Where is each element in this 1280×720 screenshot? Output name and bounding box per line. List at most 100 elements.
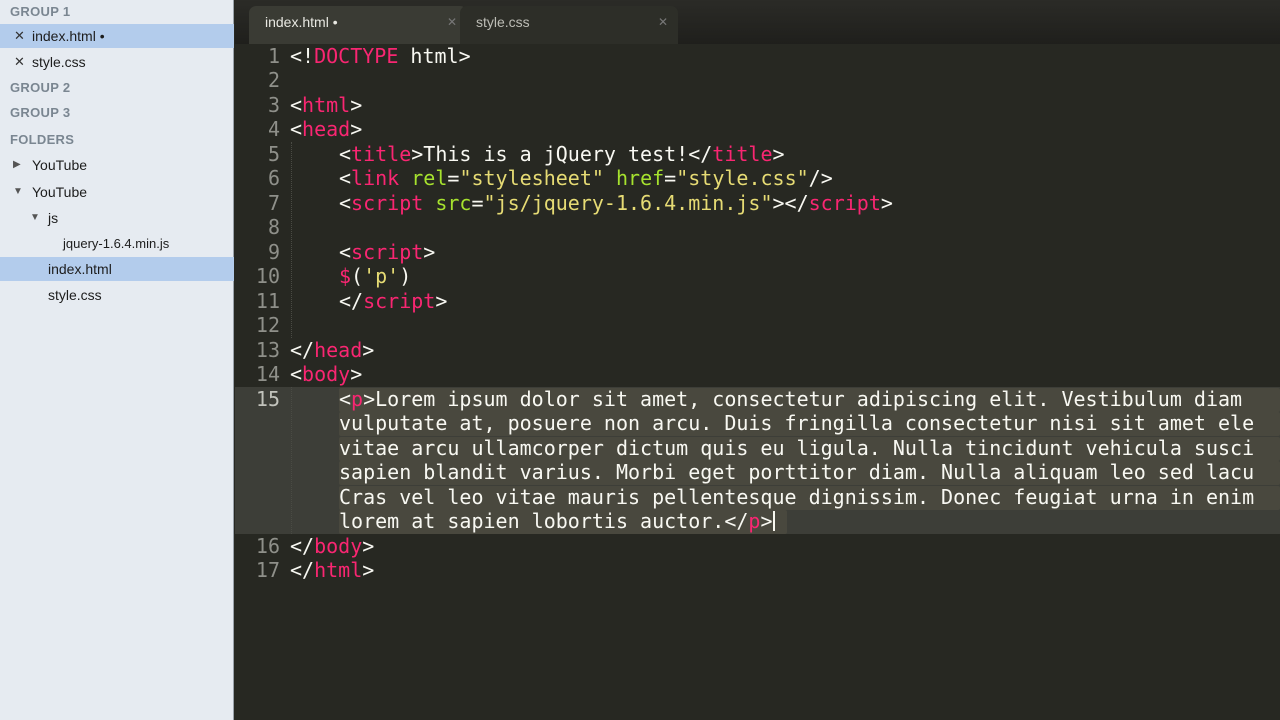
token-punct: < <box>339 191 352 215</box>
token-tag: body <box>314 534 363 558</box>
token-punct: </ <box>290 558 315 582</box>
code-line-15-wrap-6: lorem at sapien lobortis auctor.</p> <box>339 509 775 533</box>
code-line-7: <script src="js/jquery-1.6.4.min.js"></s… <box>339 191 893 215</box>
line-number: 5 <box>267 142 280 166</box>
token-punct: </ <box>339 289 364 313</box>
token-punct: /> <box>808 166 833 190</box>
open-file-label: index.html • <box>32 28 105 44</box>
folder-label: js <box>48 210 59 226</box>
code-line-5: <title>This is a jQuery test!</title> <box>339 142 785 166</box>
token-punct: < <box>290 93 303 117</box>
token-punct: > <box>435 289 448 313</box>
token-punct: = <box>447 166 460 190</box>
code-line-1: <!DOCTYPE html> <box>290 44 471 68</box>
code-line-6: <link rel="stylesheet" href="style.css"/… <box>339 166 833 190</box>
indent-guide <box>291 142 292 338</box>
tab-label: style.css <box>476 14 530 30</box>
code-editor[interactable]: 1 2 3 4 5 6 7 8 9 10 11 12 13 14 15 16 1… <box>235 44 1280 720</box>
close-icon[interactable]: ✕ <box>447 6 457 38</box>
token-punct: < <box>290 362 303 386</box>
token-string: "js/jquery-1.6.4.min.js" <box>483 191 773 215</box>
token-punct: > <box>350 117 363 141</box>
triangle-down-icon[interactable]: ▼ <box>13 180 23 204</box>
token-text: >This is a jQuery test!</ <box>411 142 713 166</box>
text-caret <box>772 511 775 531</box>
tab-bar: index.html • ✕ style.css ✕ <box>235 0 1280 44</box>
token-punct: > <box>362 338 375 362</box>
folder-js[interactable]: ▼ js <box>0 206 234 230</box>
line-number: 11 <box>255 289 280 313</box>
token-punct: < <box>339 142 352 166</box>
token-tag: body <box>302 362 351 386</box>
sidebar: GROUP 1 ✕ index.html • ✕ style.css GROUP… <box>0 0 234 720</box>
line-number: 7 <box>267 191 280 215</box>
group-3-heading[interactable]: GROUP 3 <box>0 101 234 125</box>
code-line-3: <html> <box>290 93 362 117</box>
triangle-down-icon[interactable]: ▼ <box>30 206 40 230</box>
close-icon[interactable]: ✕ <box>14 24 25 48</box>
token-tag: html <box>314 558 363 582</box>
token-punct: > <box>880 191 893 215</box>
file-index-html[interactable]: index.html <box>0 257 234 281</box>
code-line-16: </body> <box>290 534 374 558</box>
line-number: 17 <box>255 558 280 582</box>
token-tag: head <box>314 338 363 362</box>
file-style-css[interactable]: style.css <box>0 283 234 307</box>
token-punct: ></ <box>772 191 809 215</box>
folders-heading: FOLDERS <box>10 132 75 147</box>
token-tag: head <box>302 117 351 141</box>
token-tag: p <box>351 387 364 411</box>
line-number: 3 <box>267 93 280 117</box>
file-jquery[interactable]: jquery-1.6.4.min.js <box>0 232 234 256</box>
token-attr: href <box>615 166 665 190</box>
line-number: 14 <box>255 362 280 386</box>
code-line-14: <body> <box>290 362 362 386</box>
triangle-right-icon[interactable]: ▶ <box>13 153 21 177</box>
close-icon[interactable]: ✕ <box>14 50 25 74</box>
line-number: 8 <box>267 215 280 239</box>
token-punct: </ <box>290 534 315 558</box>
indent-guide <box>291 387 292 534</box>
line-number: 15 <box>255 387 280 411</box>
line-number: 13 <box>255 338 280 362</box>
folder-label: YouTube <box>32 157 88 173</box>
token-text: Lorem ipsum dolor sit amet, consectetur … <box>375 387 1243 411</box>
folder-youtube-collapsed[interactable]: ▶ YouTube <box>0 153 234 177</box>
token-punct: > <box>362 558 375 582</box>
line-number: 4 <box>267 117 280 141</box>
token-string: 'p' <box>363 264 400 288</box>
code-line-13: </head> <box>290 338 374 362</box>
token-punct: = <box>664 166 677 190</box>
line-number: 6 <box>267 166 280 190</box>
open-file-style-css[interactable]: ✕ style.css <box>0 50 234 74</box>
open-file-label: style.css <box>32 54 86 70</box>
token-string: "stylesheet" <box>459 166 604 190</box>
file-label: index.html <box>48 261 112 277</box>
token-punct: </ <box>290 338 315 362</box>
token-tag: title <box>351 142 412 166</box>
code-line-15-wrap-5: Cras vel leo vitae mauris pellentesque d… <box>339 485 1255 509</box>
line-number: 16 <box>255 534 280 558</box>
tab-style-css[interactable]: style.css ✕ <box>460 6 678 44</box>
code-line-15-wrap-4: sapien blandit varius. Morbi eget portti… <box>339 460 1255 484</box>
token-punct: > <box>772 142 785 166</box>
folder-youtube-expanded[interactable]: ▼ YouTube <box>0 180 234 204</box>
tab-index-html[interactable]: index.html • ✕ <box>249 6 467 44</box>
token-tag: p <box>748 509 761 533</box>
token-punct: ( <box>351 264 364 288</box>
token-punct: < <box>339 240 352 264</box>
token-punct: <! <box>290 44 315 68</box>
token-tag: script <box>363 289 436 313</box>
open-file-index-html[interactable]: ✕ index.html • <box>0 24 234 48</box>
code-line-17: </html> <box>290 558 374 582</box>
close-icon[interactable]: ✕ <box>658 6 668 38</box>
token-tag: script <box>808 191 881 215</box>
token-tag: script <box>351 191 424 215</box>
token-attr: rel <box>411 166 448 190</box>
token-text: html> <box>398 44 471 68</box>
group-2-heading[interactable]: GROUP 2 <box>0 76 234 100</box>
code-line-10: $('p') <box>339 264 411 288</box>
